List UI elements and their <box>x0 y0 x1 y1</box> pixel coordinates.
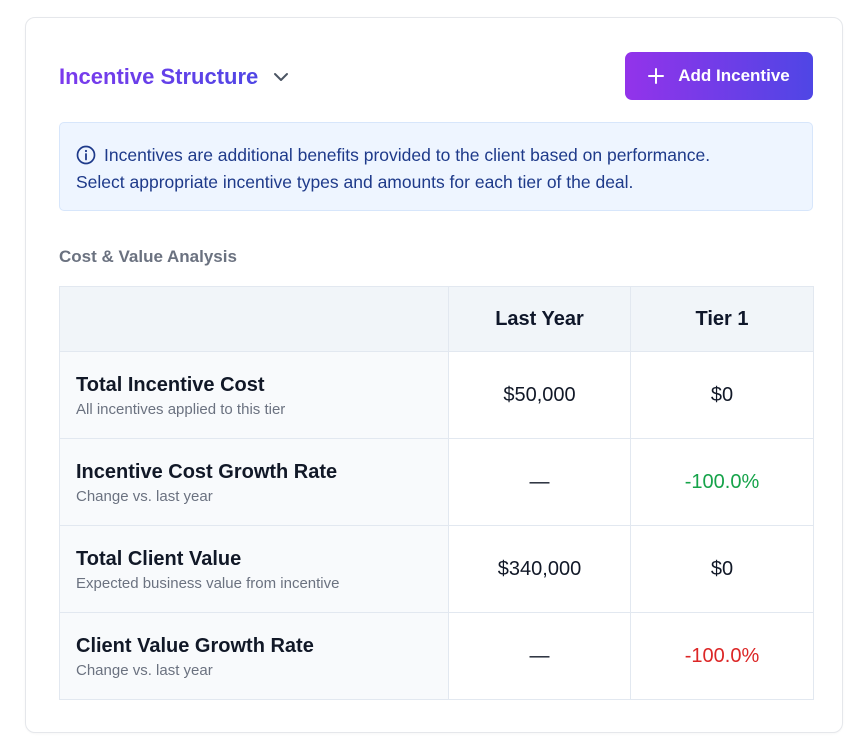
info-text-1: Incentives are additional benefits provi… <box>104 145 711 165</box>
incentive-card: Incentive Structure Add Incentive Incent… <box>25 17 843 733</box>
row-label: Client Value Growth Rate Change vs. last… <box>59 612 449 700</box>
tier-1-value: $0 <box>630 351 814 439</box>
last-year-value: — <box>448 612 631 700</box>
table-row: Client Value Growth Rate Change vs. last… <box>59 612 814 700</box>
info-banner: Incentives are additional benefits provi… <box>59 122 813 211</box>
row-label: Total Incentive Cost All incentives appl… <box>59 351 449 439</box>
section-title: Incentive Structure <box>59 64 259 89</box>
row-subtitle: Change vs. last year <box>76 661 213 679</box>
cost-value-table: Last Year Tier 1 Total Incentive Cost Al… <box>59 286 814 700</box>
row-title: Total Client Value <box>76 547 242 570</box>
tier-1-value: $0 <box>630 525 814 613</box>
tier-1-value: -100.0% <box>630 612 814 700</box>
header-last-year: Last Year <box>448 286 631 352</box>
plus-icon <box>648 68 665 84</box>
table-row: Incentive Cost Growth Rate Change vs. la… <box>59 438 814 526</box>
table-row: Total Client Value Expected business val… <box>59 525 814 613</box>
table-header-row: Last Year Tier 1 <box>59 286 814 352</box>
row-label: Total Client Value Expected business val… <box>59 525 449 613</box>
row-title: Client Value Growth Rate <box>76 634 314 657</box>
add-incentive-button[interactable]: Add Incentive <box>625 52 813 100</box>
info-text-2: Select appropriate incentive types and a… <box>76 172 634 192</box>
chevron-down-icon[interactable] <box>272 68 290 86</box>
info-icon <box>76 145 96 165</box>
section-toggle[interactable]: Incentive Structure <box>59 64 290 90</box>
header-tier-1: Tier 1 <box>630 286 814 352</box>
add-incentive-label: Add Incentive <box>678 66 790 85</box>
row-label: Incentive Cost Growth Rate Change vs. la… <box>59 438 449 526</box>
last-year-value: $340,000 <box>448 525 631 613</box>
header-blank <box>59 286 449 352</box>
row-title: Incentive Cost Growth Rate <box>76 460 338 483</box>
last-year-value: — <box>448 438 631 526</box>
card-header: Incentive Structure Add Incentive <box>59 52 813 100</box>
row-subtitle: All incentives applied to this tier <box>76 400 286 418</box>
info-line-1: Incentives are additional benefits provi… <box>76 142 796 169</box>
row-subtitle: Change vs. last year <box>76 487 213 505</box>
tier-1-value: -100.0% <box>630 438 814 526</box>
last-year-value: $50,000 <box>448 351 631 439</box>
analysis-heading: Cost & Value Analysis <box>59 247 237 266</box>
row-title: Total Incentive Cost <box>76 373 265 396</box>
row-subtitle: Expected business value from incentive <box>76 574 340 592</box>
table-row: Total Incentive Cost All incentives appl… <box>59 351 814 439</box>
